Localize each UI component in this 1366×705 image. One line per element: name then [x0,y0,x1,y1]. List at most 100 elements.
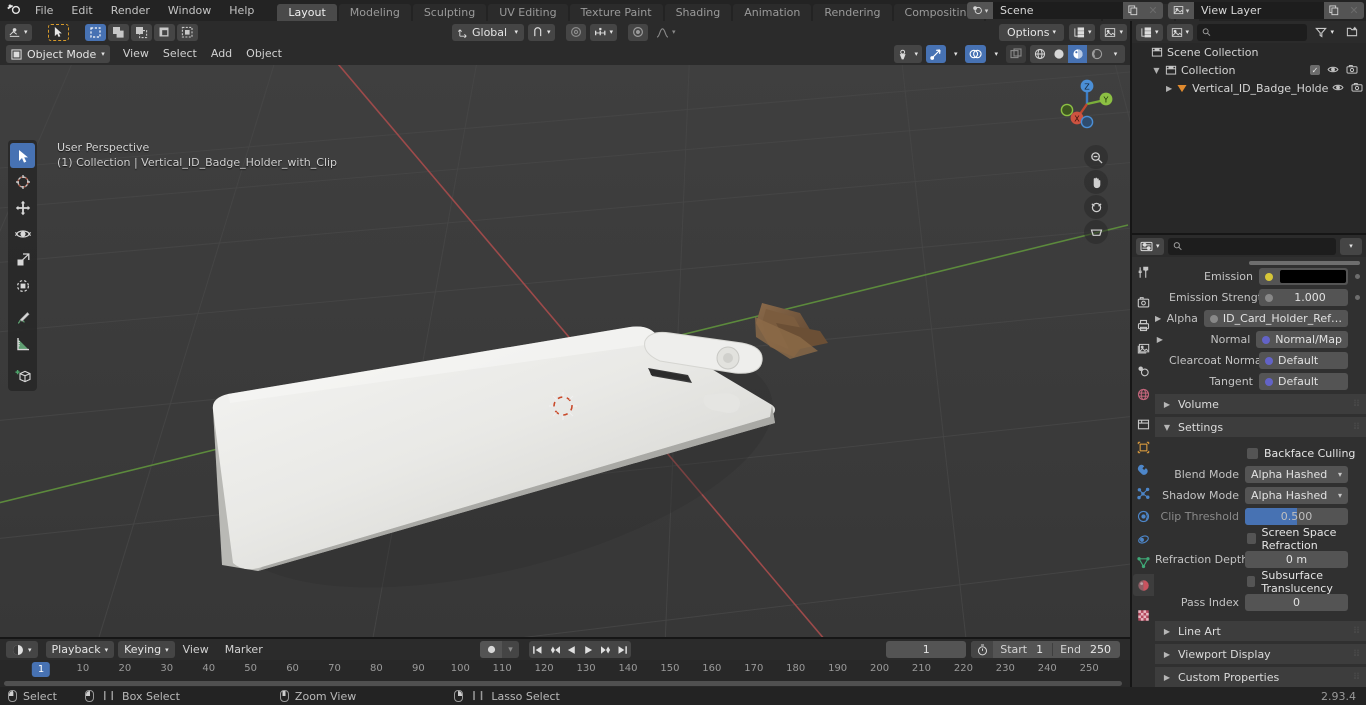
world-tab[interactable] [1133,383,1154,405]
viewport-shading-group[interactable]: ▾ [1030,45,1125,63]
object-data-tab[interactable] [1133,551,1154,573]
shader-row-normal[interactable]: ▶ Normal Normal/Map [1155,330,1360,349]
viewlayer-name[interactable]: View Layer [1194,2,1324,19]
shader-field[interactable]: Default [1259,352,1348,369]
shading-options-dropdown[interactable]: ▾ [1106,45,1125,63]
proportional-edit-icon[interactable] [565,23,586,41]
shader-field[interactable]: ID_Card_Holder_Ref… [1203,310,1348,327]
shader-row-alpha[interactable]: ▶ Alpha ID_Card_Holder_Ref… [1155,309,1360,328]
editor-divider-outliner-properties[interactable] [1132,233,1366,235]
timeline-menu-view[interactable]: View [175,641,217,658]
viewport-menu-select[interactable]: Select [156,45,204,63]
editor-divider-timeline[interactable] [0,637,1130,639]
proportional-connected-icon[interactable]: ▾ [589,23,618,41]
scene-copy-button[interactable] [1123,2,1143,19]
outliner-row-1[interactable]: ▼ Collection ✓ [1132,61,1366,79]
viewlayer-display-icon[interactable]: ▾ [1100,23,1127,41]
timeline-editor-type-icon[interactable]: ▾ [6,641,38,658]
playhead[interactable]: 1 [31,662,51,677]
select-mode-group[interactable] [84,23,198,41]
options-dropdown[interactable]: Options ▾ [999,23,1064,41]
outliner-display-mode-dropdown[interactable]: ▾ [1136,23,1163,41]
current-frame-input[interactable]: 1 [886,641,967,658]
pass-index-field[interactable]: 0 [1245,594,1348,611]
object-mode-dropdown[interactable]: Object Mode ▾ [6,45,110,63]
backface-culling-checkbox[interactable] [1247,448,1258,459]
expander-icon[interactable]: ▼ [1152,66,1161,75]
viewport-menu-add[interactable]: Add [204,45,239,63]
outliner-display-icon[interactable]: ▾ [1068,23,1096,41]
particles-tab[interactable] [1133,482,1154,504]
shader-field[interactable] [1259,268,1348,285]
object-visibility-dropdown[interactable]: ▾ [894,45,922,63]
panel-volume[interactable]: ▶ Volume ⦙⦙ [1155,394,1366,414]
timeline-ruler[interactable]: 10 20 30 40 50 60 70 80 90 100 110 120 130 140 150 160 1… [0,660,1130,680]
properties-search-field[interactable] [1185,239,1331,253]
outliner-row-0[interactable]: Scene Collection [1132,43,1366,61]
animate-dot[interactable] [1355,295,1360,300]
pass-index-row[interactable]: Pass Index 0 [1155,593,1360,612]
panel-viewport-display[interactable]: ▶ Viewport Display ⦙⦙ [1155,644,1366,664]
material-panels-top[interactable]: ▶ Volume ⦙⦙ ▼ Settings ⦙⦙ [1155,394,1366,437]
end-value[interactable]: 250 [1088,643,1120,656]
workspace-tab-sculpting[interactable]: Sculpting [412,4,487,21]
menu-render[interactable]: Render [102,0,159,21]
modifier-tab[interactable] [1133,459,1154,481]
texture-tab[interactable] [1133,604,1154,626]
play-reverse-icon[interactable] [563,641,580,658]
material-panels-bottom[interactable]: ▶ Line Art ⦙⦙ ▶ Viewport Display ⦙⦙ ▶ Custom Pr… [1155,621,1366,687]
refraction-depth-field[interactable]: 0 m [1245,551,1348,568]
scene-unlink-button[interactable]: ✕ [1143,2,1163,19]
clip-threshold-slider[interactable]: 0.500 [1245,508,1348,525]
panel-expander-icon[interactable]: ▼ [1162,423,1172,432]
menu-edit[interactable]: Edit [62,0,101,21]
shader-field[interactable]: 1.000 [1259,289,1348,306]
camera-render-icon[interactable] [1346,64,1358,77]
viewport-menu-object[interactable]: Object [239,45,289,63]
workspace-tab-uv-editing[interactable]: UV Editing [488,4,568,21]
screen-space-refraction-row[interactable]: Screen Space Refraction [1155,526,1366,552]
measure-tool-icon[interactable] [10,331,35,356]
workspace-tab-rendering[interactable]: Rendering [813,4,892,21]
material-tab[interactable] [1133,574,1154,596]
expander-icon[interactable]: ▶ [1155,314,1161,323]
prev-keyframe-icon[interactable] [546,641,563,658]
workspace-tab-modeling[interactable]: Modeling [338,4,411,21]
scene-tab[interactable] [1133,360,1154,382]
editor-divider-vertical[interactable] [1130,21,1132,687]
tweak-select-tool-icon[interactable] [10,143,35,168]
active-tool-icon[interactable] [47,23,69,41]
shading-solid[interactable] [1049,45,1068,63]
properties-content[interactable]: Emission Emission Strengt 1.000 ▶ Alpha ID_Ca… [1155,257,1366,689]
timeline-scrollbar[interactable] [4,681,1122,686]
expander-icon[interactable]: ▶ [1155,335,1165,344]
subsurface-translucency-row[interactable]: Subsurface Translucency [1155,569,1366,595]
blend-mode-row[interactable]: Blend Mode Alpha Hashed ▾ [1155,465,1360,484]
shader-node-inputs[interactable]: Emission Emission Strengt 1.000 ▶ Alpha ID_Ca… [1155,267,1366,391]
snap-target-icon[interactable] [628,23,649,41]
panel-expander-icon[interactable]: ▶ [1162,627,1172,636]
workspace-tab-texture-paint[interactable]: Texture Paint [569,4,663,21]
workspace-tab-animation[interactable]: Animation [733,4,812,21]
annotate-tool-icon[interactable] [10,305,35,330]
play-icon[interactable] [580,641,597,658]
outliner-search-field[interactable] [1214,25,1303,39]
transform-orientation-dropdown[interactable]: Global ▾ [452,23,524,41]
scene-selector[interactable]: ▾ Scene ✕ [967,2,1163,19]
properties-tab-column[interactable] [1132,257,1155,689]
xray-toggle[interactable] [1006,45,1026,63]
extend-select-icon[interactable] [107,23,129,41]
animate-dot[interactable] [1355,274,1360,279]
clip-threshold-row[interactable]: Clip Threshold 0.500 [1155,507,1360,526]
tool-tab[interactable] [1133,261,1154,283]
transform-tool-icon[interactable] [10,273,35,298]
eye-icon[interactable] [1327,64,1339,77]
cursor-tool-icon[interactable] [10,169,35,194]
properties-editor-type-icon[interactable]: ▾ [1136,237,1164,255]
outliner-filter-scope-dropdown[interactable]: ▾ [1166,23,1194,41]
navigation-gizmo[interactable]: Z Y X [1056,73,1118,135]
blender-logo-icon[interactable] [0,0,26,21]
constraints-tab[interactable] [1133,528,1154,550]
camera-icon[interactable] [1084,195,1108,219]
physics-tab[interactable] [1133,505,1154,527]
